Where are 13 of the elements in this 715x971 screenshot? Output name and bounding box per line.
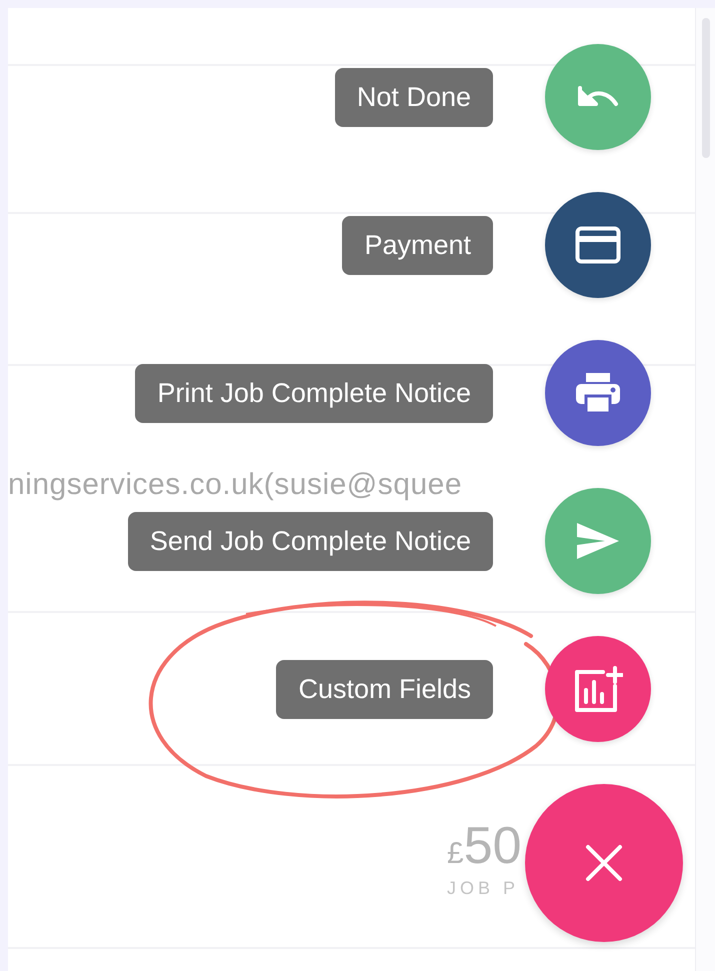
printer-icon — [575, 372, 621, 414]
chart-add-icon — [573, 666, 623, 712]
action-tooltip: Custom Fields — [276, 660, 493, 718]
email-text: ningservices.co.uk(susie@squee — [8, 468, 462, 502]
action-tooltip: Send Job Complete Notice — [128, 512, 493, 570]
close-icon — [585, 844, 623, 882]
action-tooltip: Payment — [342, 216, 493, 274]
action-tooltip: Not Done — [334, 68, 493, 126]
card-icon — [575, 226, 621, 264]
action-tooltip: Print Job Complete Notice — [135, 364, 493, 422]
price-caption: JOB P — [447, 878, 520, 899]
send-icon — [577, 523, 619, 559]
price-text: £50 — [447, 816, 522, 876]
